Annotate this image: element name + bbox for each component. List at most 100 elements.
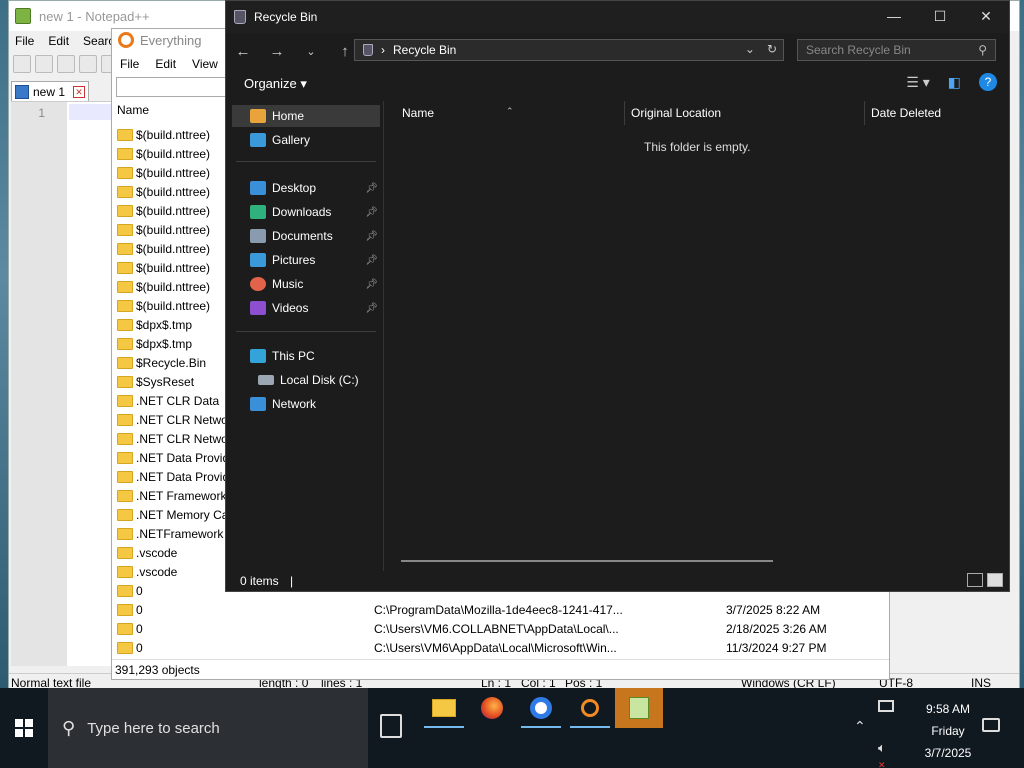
sidebar-item-local-disk[interactable]: Local Disk (C:): [232, 369, 380, 391]
pin-icon[interactable]: 📌︎: [365, 207, 378, 218]
preview-pane-icon[interactable]: ◧: [948, 74, 961, 91]
sidebar-item-label: Network: [272, 397, 317, 411]
details-view-icon[interactable]: [967, 573, 983, 587]
list-item[interactable]: 0 C:\ProgramData\Mozilla-1de4eec8-1241-41…: [112, 600, 889, 619]
address-bar[interactable]: › Recycle Bin ⌄ ↻: [354, 39, 784, 61]
view-options-icon[interactable]: ☰ ▾: [906, 74, 929, 91]
address-dropdown-icon[interactable]: ⌄: [745, 42, 755, 56]
explorer-titlebar[interactable]: Recycle Bin — ☐ ✕: [226, 1, 1009, 33]
result-name: .NET CLR Networ: [136, 412, 232, 427]
large-icons-view-icon[interactable]: [987, 573, 1003, 587]
taskbar: ⚲ Type here to search ⌃ 🔈︎✕ 9:58 AM Frid…: [0, 688, 1024, 768]
taskbar-everything[interactable]: [566, 688, 614, 728]
taskbar-chrome[interactable]: [517, 688, 565, 728]
tab-new-1[interactable]: new 1 ✕: [11, 81, 89, 101]
explorer-statusbar: 0 items |: [226, 569, 1009, 593]
sidebar-item-music[interactable]: Music 📌︎: [232, 273, 380, 295]
organize-button[interactable]: Organize ▾: [244, 76, 307, 92]
refresh-icon[interactable]: ↻: [767, 42, 777, 56]
evt-menu-file[interactable]: File: [120, 57, 139, 71]
address-actions: ⌄ ↻: [745, 42, 777, 56]
pin-icon[interactable]: 📌︎: [365, 279, 378, 290]
sidebar-item-label: Local Disk (C:): [280, 373, 359, 387]
column-header-date-deleted[interactable]: Date Deleted: [871, 106, 941, 120]
pin-icon[interactable]: 📌︎: [365, 255, 378, 266]
pin-icon[interactable]: 📌︎: [365, 183, 378, 194]
clock-day: Friday: [931, 724, 965, 738]
folder-icon: [117, 280, 133, 293]
new-file-icon[interactable]: [13, 55, 31, 73]
volume-muted-icon[interactable]: 🔈︎✕: [878, 740, 886, 768]
back-arrow-icon[interactable]: ←: [226, 43, 260, 60]
sidebar-item-label: Pictures: [272, 253, 316, 267]
notepadpp-editor[interactable]: 1: [11, 101, 113, 666]
result-name: $(build.nttree): [136, 222, 211, 237]
network-status-icon[interactable]: [878, 700, 894, 712]
result-name: $(build.nttree): [136, 298, 211, 313]
details-column-headers: ⌃ Name Original Location Date Deleted: [386, 101, 1009, 125]
list-item[interactable]: 0 C:\Users\VM6\AppData\Local\Microsoft\Wi…: [112, 638, 889, 657]
notepadpp-title-text: new 1 - Notepad++: [39, 8, 150, 24]
minimize-button[interactable]: —: [871, 1, 917, 33]
folder-icon: [117, 166, 133, 179]
forward-arrow-icon[interactable]: →: [260, 43, 294, 60]
folder-icon: [117, 584, 133, 597]
sidebar-item-pictures[interactable]: Pictures 📌︎: [232, 249, 380, 271]
evt-menu-view[interactable]: View: [192, 57, 218, 71]
breadcrumb[interactable]: Recycle Bin: [393, 43, 456, 57]
sidebar-item-this-pc[interactable]: This PC: [232, 345, 380, 367]
sidebar-item-network[interactable]: Network: [232, 393, 380, 415]
column-divider[interactable]: [624, 101, 625, 125]
documents-icon: [250, 229, 266, 243]
sidebar-item-downloads[interactable]: Downloads 📌︎: [232, 201, 380, 223]
result-name: .NET Data Provid: [136, 469, 230, 484]
clock[interactable]: 9:58 AM Friday 3/7/2025: [908, 698, 988, 764]
result-name: $dpx$.tmp: [136, 317, 193, 332]
folder-icon: [117, 527, 133, 540]
tab-close-icon[interactable]: ✕: [73, 85, 85, 98]
show-hidden-icons-chevron-icon[interactable]: ⌃: [854, 718, 866, 735]
maximize-button[interactable]: ☐: [917, 1, 963, 33]
sidebar-item-desktop[interactable]: Desktop 📌︎: [232, 177, 380, 199]
pin-icon[interactable]: 📌︎: [365, 303, 378, 314]
result-name: 0: [136, 621, 143, 636]
explorer-window[interactable]: Recycle Bin — ☐ ✕ ← → ⌄ ↑ › Recycle Bin …: [225, 0, 1010, 592]
npp-menu-edit[interactable]: Edit: [48, 34, 69, 48]
task-view-icon[interactable]: [380, 714, 402, 738]
sidebar-item-home[interactable]: Home: [232, 105, 380, 127]
evt-menu-edit[interactable]: Edit: [155, 57, 176, 71]
desktop-icon: [250, 181, 266, 195]
file-explorer-icon: [432, 699, 456, 717]
column-header-original-location[interactable]: Original Location: [631, 106, 721, 120]
folder-icon: [117, 451, 133, 464]
help-icon[interactable]: ?: [979, 73, 997, 91]
sidebar-divider: [236, 161, 376, 162]
sidebar-item-gallery[interactable]: Gallery: [232, 129, 380, 151]
save-icon[interactable]: [57, 55, 75, 73]
close-button[interactable]: ✕: [963, 1, 1009, 33]
recent-locations-chevron-icon[interactable]: ⌄: [294, 45, 328, 58]
column-header-name[interactable]: Name: [402, 106, 434, 120]
taskbar-file-explorer[interactable]: [420, 688, 468, 728]
folder-icon: [117, 147, 133, 160]
videos-icon: [250, 301, 266, 315]
taskbar-notepadpp[interactable]: [615, 688, 663, 728]
explorer-search-input[interactable]: Search Recycle Bin ⚲: [797, 39, 996, 61]
result-name: 0: [136, 602, 143, 617]
list-item[interactable]: 0 C:\Users\VM6.COLLABNET\AppData\Local\..…: [112, 619, 889, 638]
notification-center-icon[interactable]: [982, 718, 1000, 732]
column-divider[interactable]: [864, 101, 865, 125]
npp-menu-file[interactable]: File: [15, 34, 34, 48]
save-all-icon[interactable]: [79, 55, 97, 73]
pin-icon[interactable]: 📌︎: [365, 231, 378, 242]
taskbar-firefox[interactable]: [468, 688, 516, 728]
open-file-icon[interactable]: [35, 55, 53, 73]
result-name: .NETFramework: [136, 526, 224, 541]
start-button[interactable]: [0, 688, 48, 768]
folder-icon: [117, 242, 133, 255]
sidebar-item-documents[interactable]: Documents 📌︎: [232, 225, 380, 247]
taskbar-search-box[interactable]: ⚲ Type here to search: [48, 688, 368, 768]
item-count: 0 items: [240, 574, 279, 588]
horizontal-scrollbar[interactable]: [401, 560, 773, 562]
sidebar-item-videos[interactable]: Videos 📌︎: [232, 297, 380, 319]
